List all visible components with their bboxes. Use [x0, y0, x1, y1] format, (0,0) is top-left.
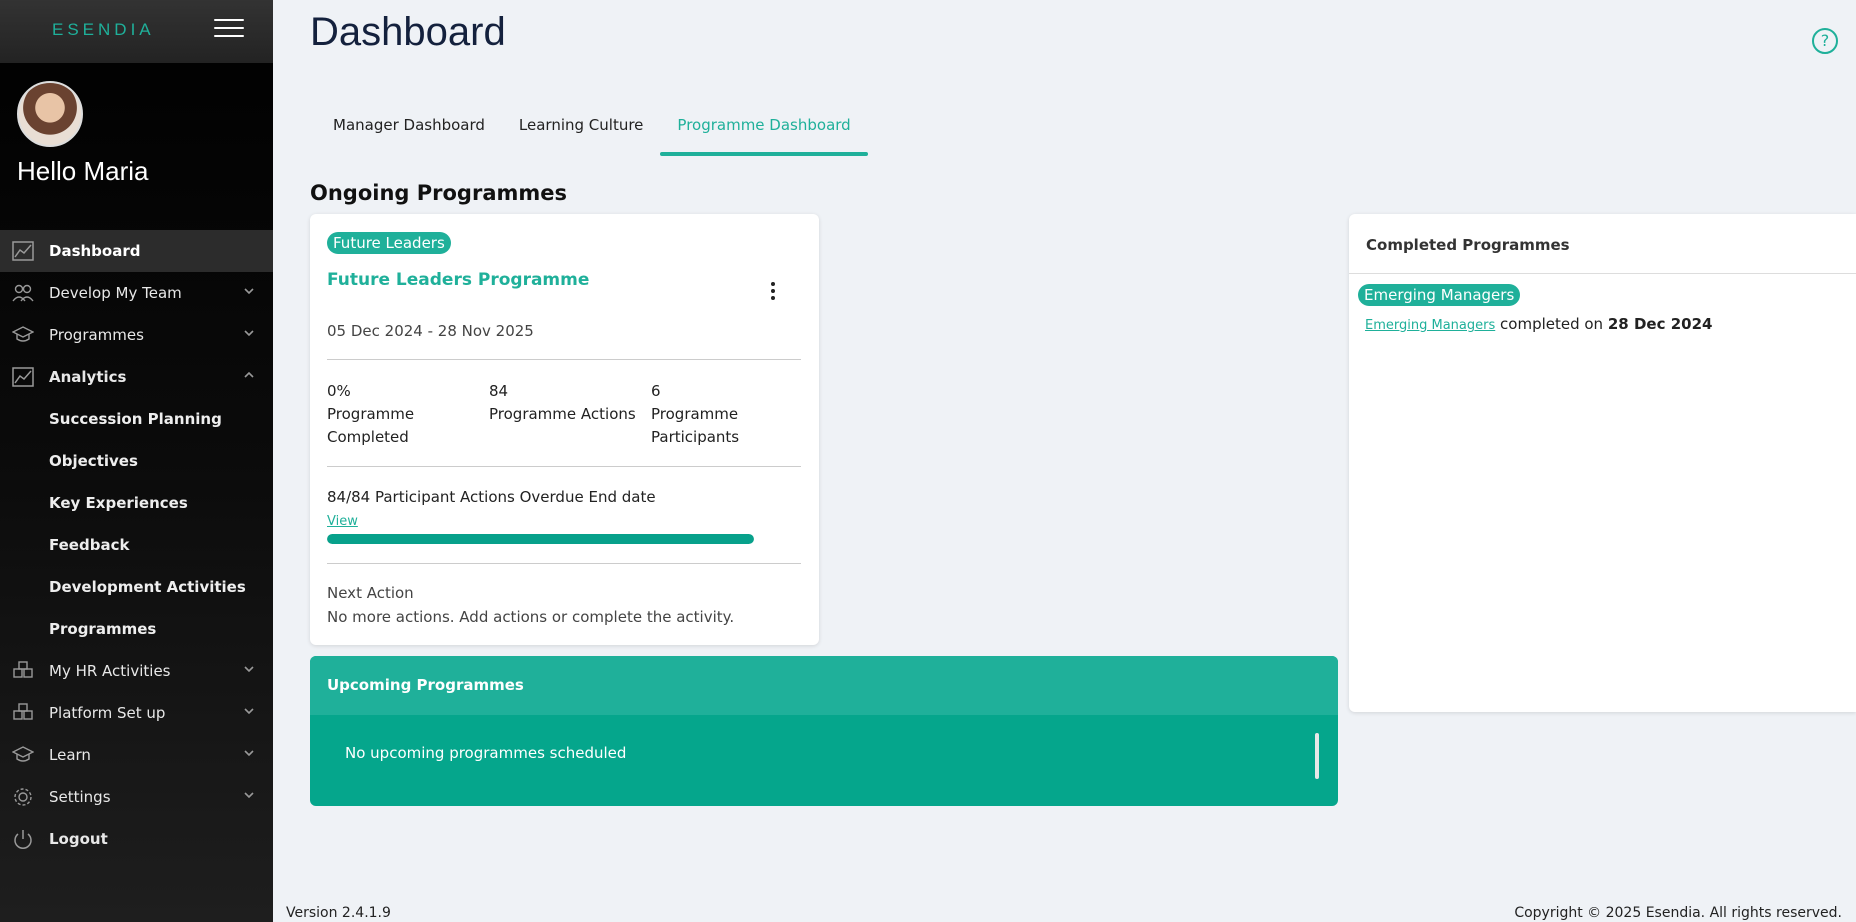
- completed-programme-row: Emerging Managers completed on 28 Dec 20…: [1365, 315, 1712, 333]
- sidebar-item-label: Platform Set up: [49, 704, 166, 722]
- sidebar-item-dashboard[interactable]: Dashboard: [0, 230, 273, 272]
- version-text: Version 2.4.1.9: [286, 905, 391, 921]
- completed-programme-link[interactable]: Emerging Managers: [1365, 318, 1495, 333]
- chevron-down-icon: [244, 330, 254, 337]
- stat-value: 0%: [327, 382, 351, 400]
- gear-icon: [14, 788, 32, 806]
- upcoming-programmes-title: Upcoming Programmes: [310, 656, 1338, 715]
- overdue-progress-bar: [327, 534, 754, 544]
- scrollbar[interactable]: [1315, 733, 1319, 779]
- ongoing-programme-card: Future Leaders Future Leaders Programme …: [310, 214, 819, 645]
- chevron-down-icon: [244, 792, 254, 799]
- divider: [327, 563, 801, 564]
- sidebar-item-logout[interactable]: Logout: [0, 818, 273, 860]
- view-link[interactable]: View: [327, 514, 358, 529]
- stat-completed: 0% Programme Completed: [327, 380, 477, 449]
- sidebar-subitem-feedback[interactable]: Feedback: [0, 524, 273, 566]
- graduation-cap-icon: [12, 746, 34, 762]
- sidebar-item-label: Analytics: [49, 368, 127, 386]
- page-title: Dashboard: [310, 10, 506, 54]
- stat-participants: 6 Programme Participants: [651, 380, 801, 449]
- chevron-down-icon: [244, 666, 254, 673]
- upcoming-programmes-panel: Upcoming Programmes No upcoming programm…: [310, 656, 1338, 806]
- divider: [327, 466, 801, 467]
- sidebar-item-label: My HR Activities: [49, 662, 171, 680]
- greeting: Hello Maria: [17, 156, 149, 186]
- sidebar-item-analytics[interactable]: Analytics: [0, 356, 273, 398]
- programme-badge: Future Leaders: [327, 232, 451, 254]
- stat-label: Programme Actions: [489, 405, 636, 423]
- chevron-down-icon: [244, 288, 254, 295]
- upcoming-empty-text: No upcoming programmes scheduled: [345, 744, 627, 762]
- team-icon: [12, 284, 34, 302]
- sidebar-subitem-development-activities[interactable]: Development Activities: [0, 566, 273, 608]
- tab-manager-dashboard[interactable]: Manager Dashboard: [316, 108, 502, 156]
- sidebar-subitem-succession-planning[interactable]: Succession Planning: [0, 398, 273, 440]
- completed-programme-badge: Emerging Managers: [1358, 284, 1521, 306]
- sidebar-item-settings[interactable]: Settings: [0, 776, 273, 818]
- sidebar: ESENDIA Hello Maria Dashboard Develop My…: [0, 0, 273, 922]
- chevron-up-icon: [244, 371, 254, 378]
- stat-value: 84: [489, 382, 509, 400]
- next-action-text: No more actions. Add actions or complete…: [327, 608, 735, 626]
- logo: ESENDIA: [52, 20, 155, 39]
- menu-icon[interactable]: [214, 19, 244, 41]
- power-icon: [14, 830, 32, 849]
- sidebar-header: ESENDIA: [0, 0, 273, 63]
- sidebar-item-learn[interactable]: Learn: [0, 734, 273, 776]
- tab-learning-culture[interactable]: Learning Culture: [502, 108, 661, 156]
- completed-programmes-title: Completed Programmes: [1349, 214, 1856, 274]
- sidebar-item-label: Programmes: [49, 326, 144, 344]
- more-options-icon[interactable]: [767, 282, 779, 304]
- programme-dates: 05 Dec 2024 - 28 Nov 2025: [327, 322, 534, 340]
- sidebar-item-label: Logout: [49, 830, 108, 848]
- boxes-icon: [13, 703, 33, 720]
- avatar[interactable]: [17, 81, 83, 147]
- programme-name-link[interactable]: Future Leaders Programme: [327, 270, 589, 290]
- chart-line-icon: [12, 241, 34, 261]
- sidebar-subitem-programmes[interactable]: Programmes: [0, 608, 273, 650]
- stat-actions: 84 Programme Actions: [489, 380, 639, 426]
- completed-programmes-panel: Completed Programmes Emerging Managers E…: [1349, 214, 1856, 712]
- completed-text: completed on: [1500, 315, 1604, 333]
- completed-date: 28 Dec 2024: [1607, 315, 1713, 333]
- chevron-down-icon: [244, 750, 254, 757]
- progress-fill: [327, 534, 754, 544]
- next-action-label: Next Action: [327, 584, 414, 602]
- chevron-down-icon: [244, 708, 254, 715]
- sidebar-item-label: Learn: [49, 746, 91, 764]
- overdue-actions-text: 84/84 Participant Actions Overdue End da…: [327, 488, 656, 506]
- upcoming-programmes-body: No upcoming programmes scheduled: [310, 715, 1338, 806]
- tab-bar: Manager Dashboard Learning Culture Progr…: [316, 108, 868, 156]
- sidebar-item-label: Dashboard: [49, 242, 141, 260]
- sidebar-subitem-objectives[interactable]: Objectives: [0, 440, 273, 482]
- copyright-text: Copyright © 2025 Esendia. All rights res…: [1514, 905, 1842, 921]
- help-icon[interactable]: ?: [1812, 28, 1838, 54]
- sidebar-nav: Dashboard Develop My Team Programmes Ana…: [0, 230, 273, 860]
- stat-label: Programme Completed: [327, 405, 415, 446]
- sidebar-item-programmes[interactable]: Programmes: [0, 314, 273, 356]
- sidebar-item-platform-set-up[interactable]: Platform Set up: [0, 692, 273, 734]
- sidebar-item-my-hr-activities[interactable]: My HR Activities: [0, 650, 273, 692]
- boxes-icon: [13, 661, 33, 678]
- sidebar-item-label: Develop My Team: [49, 284, 182, 302]
- divider: [327, 359, 801, 360]
- sidebar-item-develop-my-team[interactable]: Develop My Team: [0, 272, 273, 314]
- stat-value: 6: [651, 382, 661, 400]
- chart-line-icon: [12, 367, 34, 387]
- stat-label: Programme Participants: [651, 405, 740, 446]
- graduation-cap-icon: [12, 326, 34, 342]
- ongoing-programmes-title: Ongoing Programmes: [310, 181, 567, 205]
- sidebar-subitem-key-experiences[interactable]: Key Experiences: [0, 482, 273, 524]
- sidebar-item-label: Settings: [49, 788, 111, 806]
- tab-programme-dashboard[interactable]: Programme Dashboard: [660, 108, 868, 156]
